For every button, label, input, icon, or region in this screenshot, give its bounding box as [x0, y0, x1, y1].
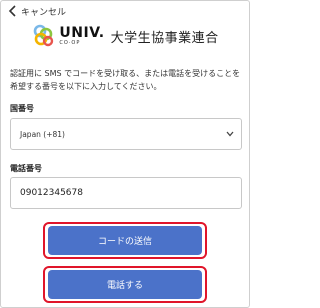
country-code-value: Japan (+81): [20, 129, 65, 139]
cancel-link[interactable]: キャンセル: [0, 0, 250, 22]
back-chevron-icon: [8, 5, 16, 17]
phone-number-input[interactable]: 09012345678: [10, 177, 242, 209]
organization-name: 大学生協事業連合: [110, 30, 219, 46]
phone-number-label: 電話番号: [10, 164, 42, 173]
chevron-down-icon: [226, 131, 234, 137]
send-code-button[interactable]: コードの送信: [48, 226, 202, 255]
brand-logo-text: UNIV. CO·OP: [59, 26, 104, 46]
brand-coop: CO·OP: [59, 40, 81, 46]
call-button[interactable]: 電話する: [48, 270, 202, 299]
phone-number-value: 09012345678: [20, 188, 83, 198]
instructions-text: 認証用に SMS でコードを受け取る、または電話を受けることを希望する番号を以下…: [10, 69, 241, 91]
brand-univ: UNIV.: [59, 25, 105, 41]
cancel-label: キャンセル: [21, 7, 67, 18]
country-code-select[interactable]: Japan (+81): [10, 118, 242, 150]
univcoop-logo-icon: [34, 24, 54, 47]
country-code-label: 国番号: [10, 104, 34, 113]
brand-header: UNIV. CO·OP 大学生協事業連合: [0, 22, 250, 50]
